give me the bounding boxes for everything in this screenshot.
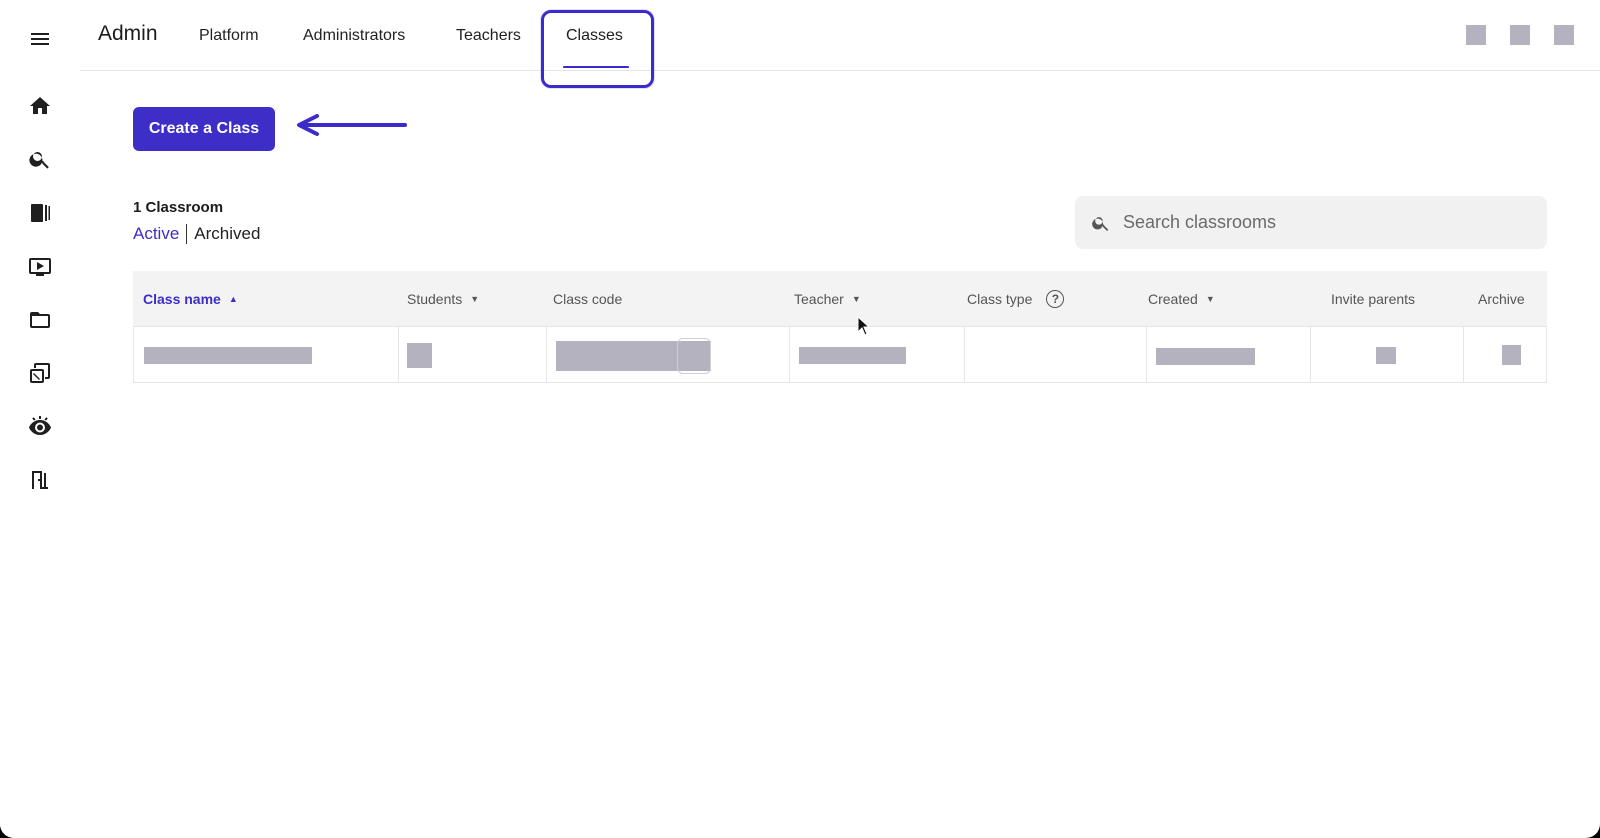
home-icon[interactable]: [24, 90, 56, 122]
invite-parents-button[interactable]: [1376, 347, 1396, 364]
sidebar: [0, 0, 80, 838]
filter-archived[interactable]: Archived: [194, 224, 260, 244]
exit-icon[interactable]: [24, 464, 56, 496]
menu-icon[interactable]: [24, 23, 56, 55]
sort-down-icon: ▼: [1205, 293, 1215, 304]
sort-down-icon: ▼: [470, 293, 480, 304]
search-icon[interactable]: [24, 143, 56, 175]
column-header-created[interactable]: Created ▼: [1148, 271, 1215, 326]
column-header-invite-parents: Invite parents: [1331, 271, 1415, 326]
library-icon[interactable]: [24, 197, 56, 229]
table-row[interactable]: [133, 326, 1547, 383]
column-label: Invite parents: [1331, 290, 1416, 307]
annotation-highlight-box: [541, 10, 654, 88]
column-label: Class type: [967, 290, 1033, 307]
cell-archive: [1464, 327, 1548, 382]
archive-button[interactable]: [1502, 345, 1521, 365]
search-input[interactable]: [1123, 212, 1523, 233]
page-title: Admin: [98, 22, 158, 45]
filter-active[interactable]: Active: [133, 224, 179, 244]
column-label: Archive: [1478, 290, 1525, 307]
redacted-text: [144, 347, 312, 364]
column-header-class-code: Class code: [553, 271, 622, 326]
classroom-count: 1 Classroom: [133, 199, 224, 216]
column-header-students[interactable]: Students ▼: [407, 271, 479, 326]
mouse-cursor-icon: [857, 316, 871, 336]
column-label: Class name: [143, 290, 221, 307]
copy-code-button[interactable]: [677, 338, 711, 374]
assignment-icon[interactable]: [24, 357, 56, 389]
classes-table: Class name ▲ Students ▼ Class code Teach…: [133, 271, 1547, 383]
annotation-arrow: [297, 114, 407, 136]
top-action-button-1[interactable]: [1466, 25, 1486, 45]
status-filter: Active Archived: [133, 224, 260, 244]
create-class-button[interactable]: Create a Class: [133, 107, 275, 151]
tab-platform[interactable]: Platform: [199, 27, 259, 45]
cell-invite-parents: [1311, 327, 1464, 382]
redacted-text: [407, 343, 432, 368]
column-header-class-name[interactable]: Class name ▲: [143, 271, 238, 326]
tab-administrators[interactable]: Administrators: [303, 27, 405, 45]
sort-down-icon: ▼: [851, 293, 861, 304]
column-label: Created: [1148, 290, 1198, 307]
cell-teacher: [790, 327, 965, 382]
cell-created: [1147, 327, 1311, 382]
top-bar: Admin Platform Administrators Teachers C…: [80, 0, 1600, 88]
preview-icon[interactable]: [24, 411, 56, 443]
column-label: Class code: [553, 290, 623, 307]
column-label: Teacher: [794, 290, 844, 307]
cell-students: [399, 327, 547, 382]
redacted-text: [799, 347, 906, 364]
column-label: Students: [407, 290, 463, 307]
table-header: Class name ▲ Students ▼ Class code Teach…: [133, 271, 1547, 326]
cell-class-code: [547, 327, 790, 382]
tab-teachers[interactable]: Teachers: [456, 27, 521, 45]
folder-icon[interactable]: [24, 304, 56, 336]
cell-class-name[interactable]: [134, 327, 399, 382]
help-icon[interactable]: ?: [1046, 289, 1065, 308]
column-header-teacher[interactable]: Teacher ▼: [794, 271, 861, 326]
redacted-text: [1156, 348, 1255, 365]
cell-class-type: [965, 327, 1147, 382]
app-window: Admin Platform Administrators Teachers C…: [0, 0, 1600, 838]
top-action-button-2[interactable]: [1510, 25, 1530, 45]
sort-up-icon: ▲: [228, 293, 238, 304]
search-box: [1075, 196, 1547, 249]
search-icon: [1092, 216, 1109, 231]
filter-divider: [186, 224, 188, 244]
column-header-archive: Archive: [1478, 271, 1525, 326]
column-header-class-type: Class type ?: [967, 271, 1065, 326]
top-action-button-3[interactable]: [1554, 25, 1574, 45]
video-icon[interactable]: [24, 251, 56, 283]
